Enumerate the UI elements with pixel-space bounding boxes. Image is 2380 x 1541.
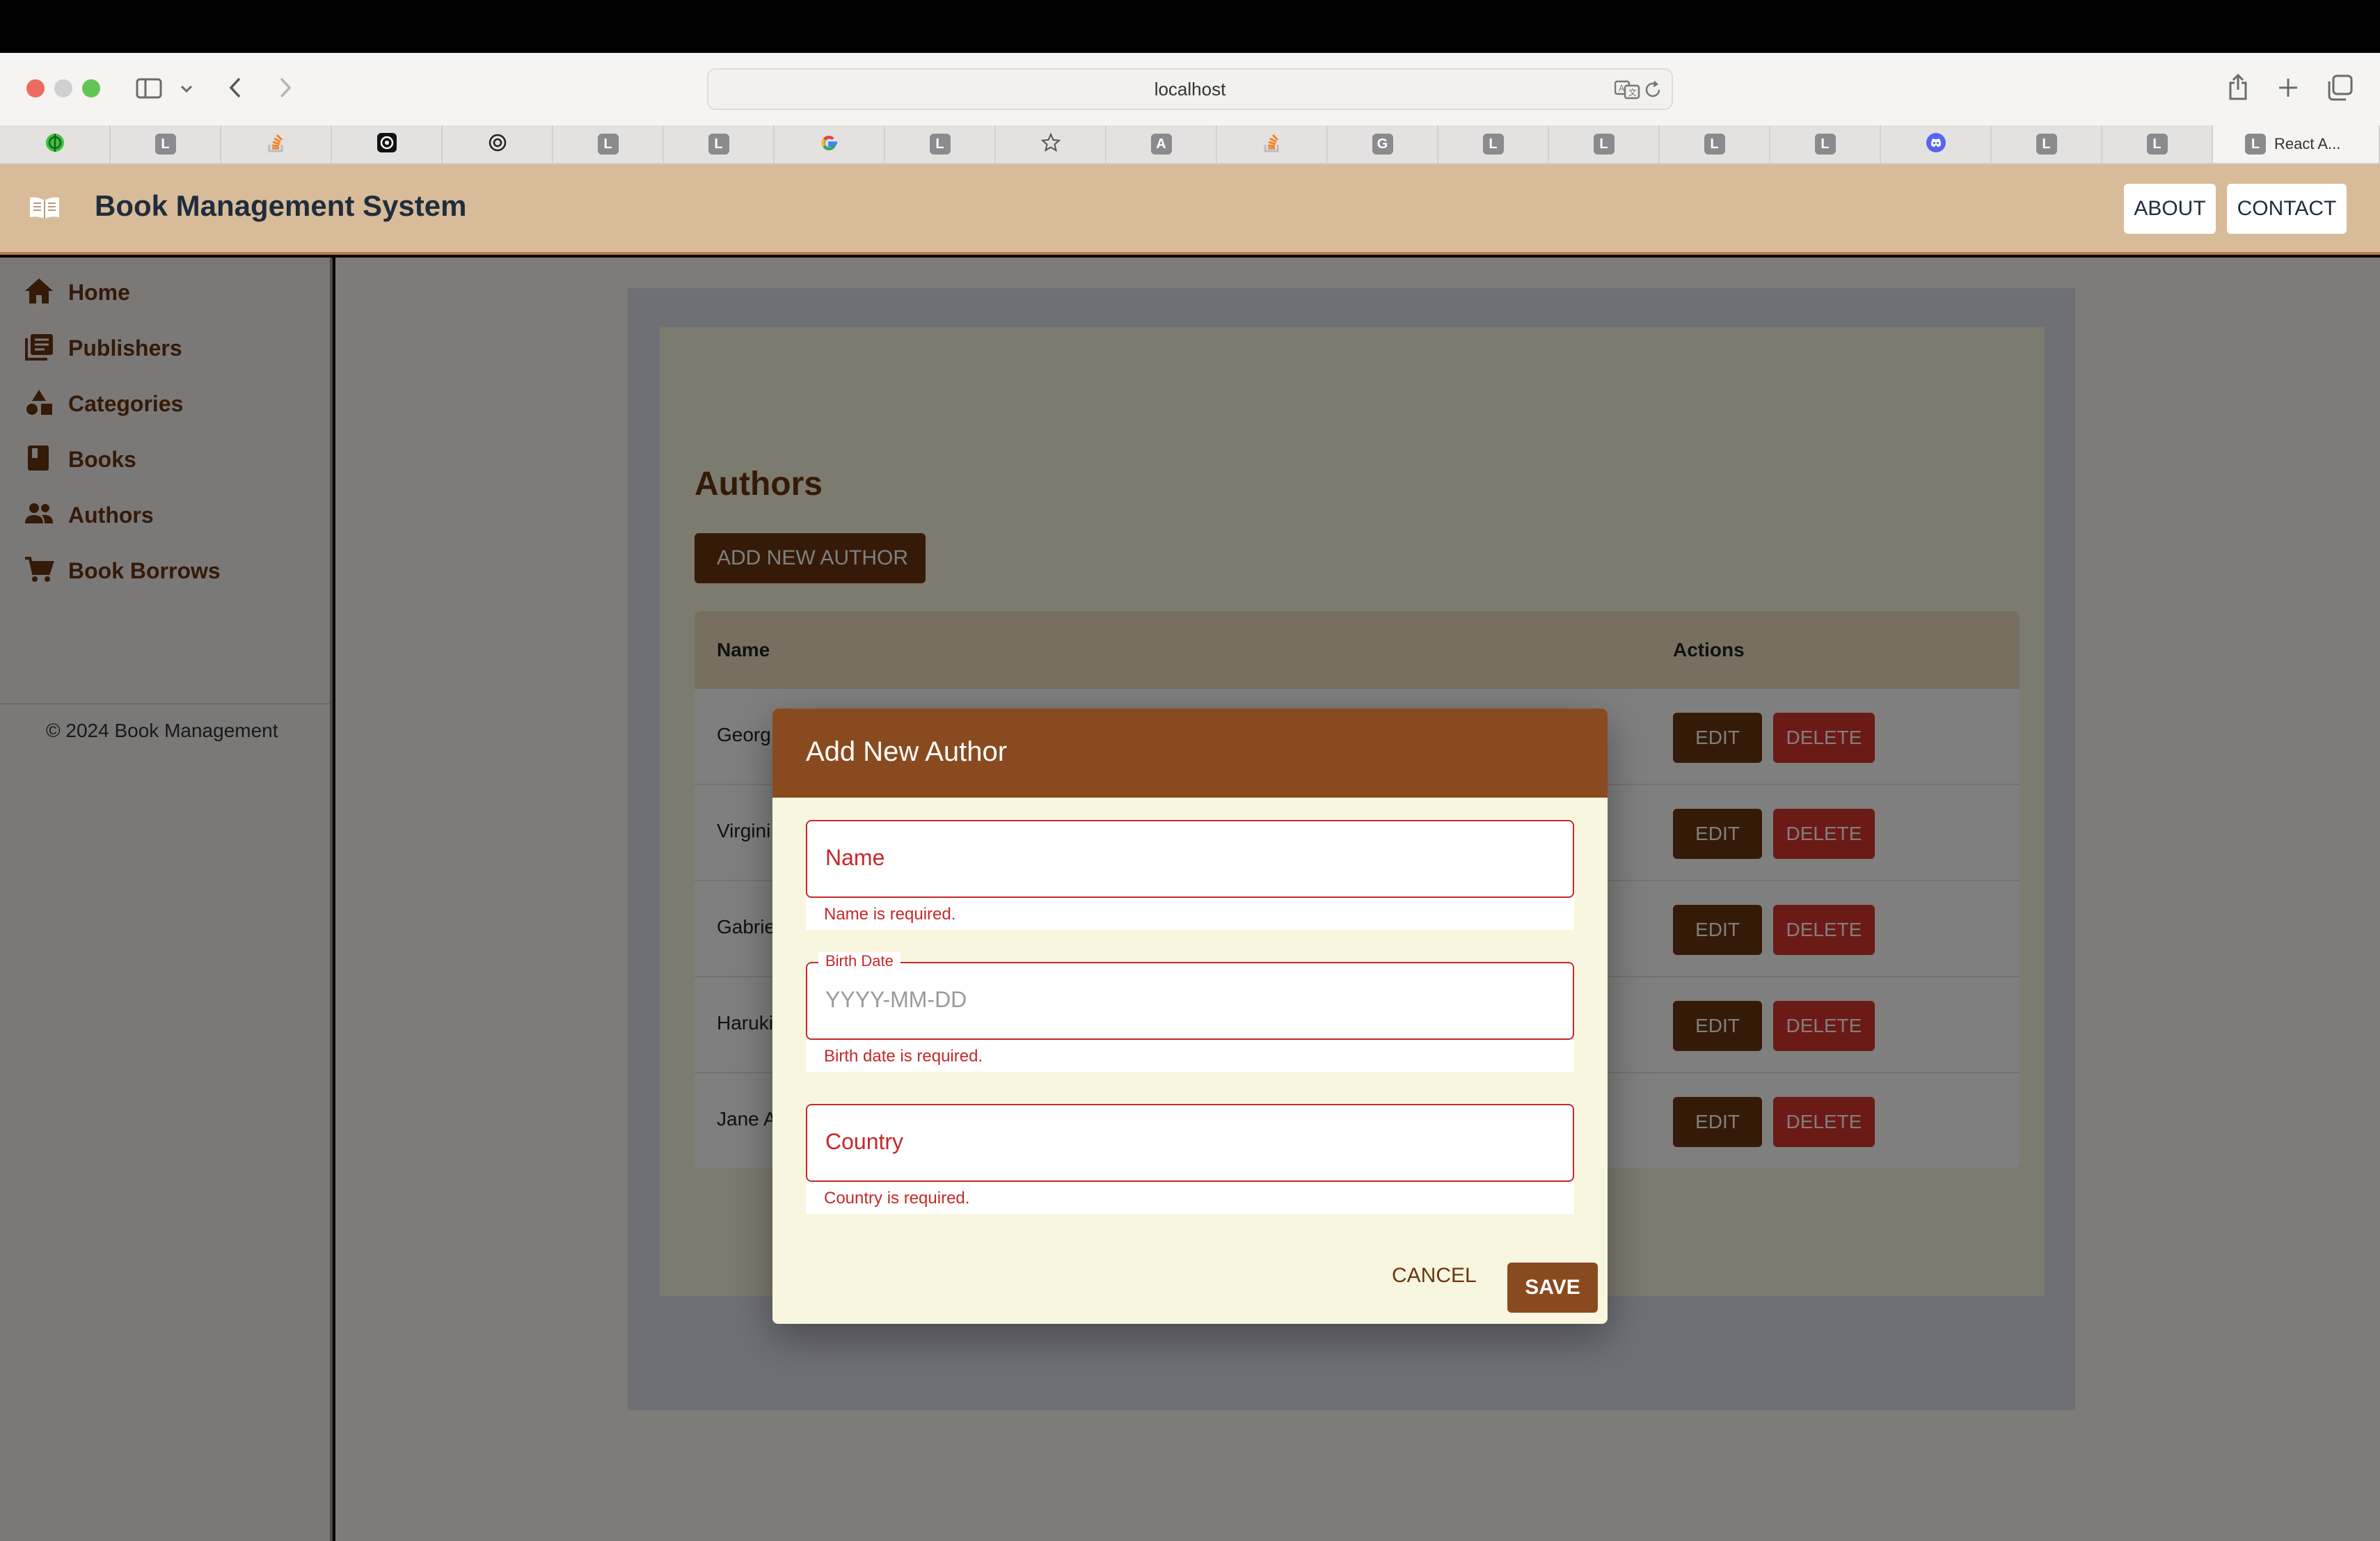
tab-2[interactable]: L bbox=[111, 125, 221, 163]
star-icon bbox=[1040, 132, 1061, 157]
tab-15[interactable]: L bbox=[1549, 125, 1660, 163]
tab-title: React A... bbox=[2274, 135, 2341, 152]
app-title: Book Management System bbox=[95, 189, 467, 222]
new-tab-icon[interactable] bbox=[2274, 74, 2302, 102]
url-text: localhost bbox=[1154, 78, 1226, 100]
country-input[interactable]: Country bbox=[806, 1104, 1574, 1182]
tab-favicon-letter: L bbox=[2036, 134, 2057, 155]
tab-13[interactable]: G bbox=[1328, 125, 1438, 163]
tab-12[interactable] bbox=[1217, 125, 1328, 163]
tab-16[interactable]: L bbox=[1660, 125, 1770, 163]
chatgpt-icon bbox=[376, 132, 397, 157]
menu-bar bbox=[0, 0, 2380, 53]
tab-19[interactable]: L bbox=[1992, 125, 2102, 163]
birth-date-field-group: Birth Date YYYY-MM-DD Birth date is requ… bbox=[806, 952, 1574, 1072]
tab-10[interactable] bbox=[996, 125, 1106, 163]
tab-favicon-letter: L bbox=[597, 134, 619, 155]
country-label: Country bbox=[825, 1129, 904, 1154]
contact-button[interactable]: CONTACT bbox=[2227, 184, 2347, 234]
name-label: Name bbox=[825, 845, 885, 870]
tab-20[interactable]: L bbox=[2102, 125, 2213, 163]
share-icon[interactable] bbox=[2224, 71, 2252, 103]
maximize-window-button[interactable] bbox=[82, 79, 100, 97]
svg-text:文: 文 bbox=[1628, 87, 1637, 97]
tab-5[interactable] bbox=[443, 125, 553, 163]
name-input[interactable]: Name bbox=[806, 820, 1574, 898]
green-globe-icon bbox=[45, 132, 65, 157]
back-arrow-icon[interactable] bbox=[221, 74, 249, 102]
tab-favicon-letter: L bbox=[2146, 134, 2168, 155]
discord-icon bbox=[1926, 132, 1946, 157]
name-error-text: Name is required. bbox=[824, 905, 956, 924]
tab-7[interactable]: L bbox=[664, 125, 775, 163]
tab-1[interactable] bbox=[0, 125, 111, 163]
openai-icon bbox=[487, 132, 508, 157]
tab-18[interactable] bbox=[1881, 125, 1992, 163]
tab-3[interactable] bbox=[221, 125, 332, 163]
tab-favicon-letter: L bbox=[1593, 134, 1615, 155]
about-button[interactable]: ABOUT bbox=[2124, 184, 2216, 234]
translate-icon[interactable]: A文 bbox=[1614, 79, 1641, 104]
tab-favicon-letter: L bbox=[708, 134, 729, 155]
tab-14[interactable]: L bbox=[1438, 125, 1549, 163]
minimize-window-button[interactable] bbox=[54, 79, 72, 97]
cancel-button[interactable]: CANCEL bbox=[1392, 1264, 1477, 1288]
svg-text:A: A bbox=[1619, 84, 1625, 93]
open-book-icon bbox=[28, 195, 61, 223]
dialog-title: Add New Author bbox=[806, 736, 1008, 767]
tab-favicon-letter: G bbox=[1372, 134, 1393, 155]
stack-overflow-icon bbox=[1263, 132, 1281, 157]
tab-overview-icon[interactable] bbox=[2324, 72, 2355, 103]
tab-active[interactable]: L React A... bbox=[2213, 125, 2380, 163]
tab-bar: L L L L A G L L L L L L L React A... bbox=[0, 125, 2380, 164]
tab-favicon-letter: L bbox=[929, 134, 951, 155]
save-button[interactable]: SAVE bbox=[1507, 1263, 1598, 1313]
country-error-text: Country is required. bbox=[824, 1189, 970, 1208]
tab-favicon-letter: L bbox=[1704, 134, 1725, 155]
birth-date-label: Birth Date bbox=[818, 952, 901, 970]
reload-icon[interactable] bbox=[1642, 79, 1663, 104]
birth-date-placeholder: YYYY-MM-DD bbox=[825, 987, 967, 1012]
tab-favicon-letter: A bbox=[1150, 134, 1172, 155]
dialog-header: Add New Author bbox=[772, 709, 1608, 798]
country-field-group: Country Country is required. bbox=[806, 1104, 1574, 1214]
name-field-group: Name Name is required. bbox=[806, 820, 1574, 930]
tab-17[interactable]: L bbox=[1770, 125, 1881, 163]
stack-overflow-icon bbox=[267, 132, 285, 157]
birth-date-error-text: Birth date is required. bbox=[824, 1047, 983, 1066]
tab-favicon-letter: L bbox=[2245, 134, 2266, 155]
tab-8[interactable] bbox=[775, 125, 885, 163]
sidebar-toggle-icon[interactable] bbox=[135, 77, 163, 100]
address-bar[interactable]: localhost A文 bbox=[707, 68, 1673, 110]
tab-favicon-letter: L bbox=[1814, 134, 1836, 155]
add-author-dialog: Add New Author Name Name is required. Bi… bbox=[772, 709, 1608, 1324]
tab-4[interactable] bbox=[332, 125, 443, 163]
forward-arrow-icon[interactable] bbox=[271, 74, 299, 102]
app: Book Management System ABOUT CONTACT Hom… bbox=[0, 164, 2380, 1541]
tab-favicon-letter: L bbox=[1482, 134, 1504, 155]
tab-11[interactable]: A bbox=[1106, 125, 1217, 163]
tab-favicon-letter: L bbox=[154, 134, 176, 155]
close-window-button[interactable] bbox=[26, 79, 45, 97]
chevron-down-icon[interactable] bbox=[178, 81, 195, 97]
tab-6[interactable]: L bbox=[553, 125, 664, 163]
google-icon bbox=[819, 132, 840, 157]
birth-date-input[interactable]: Birth Date YYYY-MM-DD bbox=[806, 952, 1574, 1040]
app-header: Book Management System ABOUT CONTACT bbox=[0, 164, 2380, 255]
tab-9[interactable]: L bbox=[885, 125, 996, 163]
